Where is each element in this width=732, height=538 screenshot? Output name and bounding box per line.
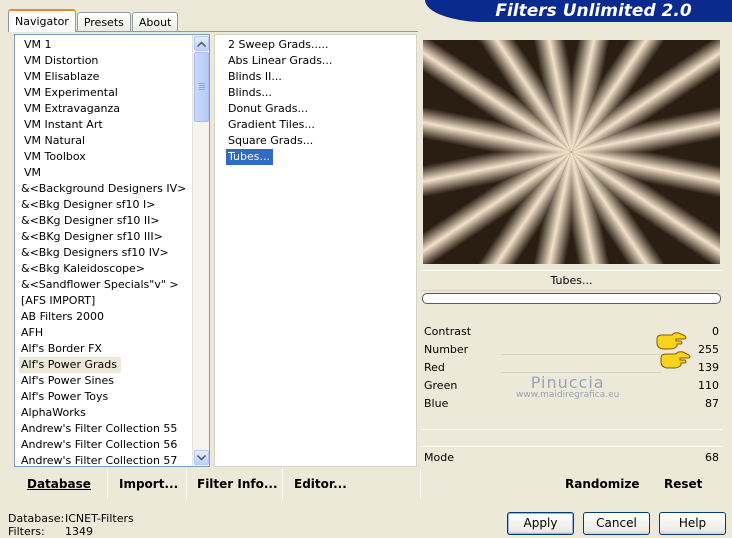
category-item[interactable]: AB Filters 2000 <box>19 309 191 325</box>
category-item[interactable]: Andrew's Filter Collection 57 <box>19 453 191 469</box>
category-item[interactable]: &<Background Designers IV> <box>19 181 191 197</box>
pointing-hand-icon <box>656 332 687 350</box>
param-label: Contrast <box>424 325 472 338</box>
scroll-down-button[interactable] <box>194 450 209 465</box>
filter-item[interactable]: 2 Sweep Grads..... <box>226 37 332 53</box>
filter-item[interactable]: Blinds... <box>226 85 332 101</box>
filter-item[interactable]: Blinds II... <box>226 69 332 85</box>
randomize-button[interactable]: Randomize <box>565 476 639 492</box>
watermark: Pinuccia www.maidiregrafica.eu <box>516 373 619 400</box>
separator <box>107 469 108 499</box>
tab-navigator[interactable]: Navigator <box>8 9 76 32</box>
separator <box>186 469 187 499</box>
param-label: Blue <box>424 397 449 410</box>
category-items: VM 1 VM Distortion VM Elisablaze VM Experim… <box>19 37 191 469</box>
param-label: Mode <box>424 451 454 464</box>
chevron-down-icon <box>197 454 206 461</box>
scroll-up-button[interactable] <box>194 36 209 51</box>
slider-track <box>501 354 662 355</box>
status-label: Filters: <box>8 525 45 538</box>
param-value: 68 <box>705 451 719 464</box>
category-item[interactable]: Andrew's Filter Collection 55 <box>19 421 191 437</box>
status-value: ICNET-Filters <box>65 512 134 525</box>
separator <box>420 469 421 499</box>
filter-preview <box>423 40 720 264</box>
param-label: Green <box>424 379 458 392</box>
database-status: Database: ICNET-Filters <box>8 512 134 525</box>
filter-list[interactable]: 2 Sweep Grads..... Abs Linear Grads... Bli… <box>214 34 417 467</box>
tab-bar: Navigator Presets About <box>8 9 179 32</box>
param-label: Red <box>424 361 445 374</box>
filter-item[interactable]: Donut Grads... <box>226 101 332 117</box>
status-label: Database: <box>8 512 65 525</box>
filter-item[interactable]: Abs Linear Grads... <box>226 53 332 69</box>
help-button[interactable]: Help <box>659 512 726 535</box>
filter-item[interactable]: Gradient Tiles... <box>226 117 332 133</box>
category-item[interactable]: AFH <box>19 325 191 341</box>
database-button[interactable]: Database <box>27 476 91 492</box>
category-item[interactable]: &<Sandflower Specials"v" > <box>19 277 191 293</box>
category-item[interactable]: &<BKg Designer sf10 III> <box>19 229 191 245</box>
title-banner: Filters Unlimited 2.0 <box>425 0 732 22</box>
category-item[interactable]: VM Elisablaze <box>19 69 191 85</box>
pointing-hand-icon <box>660 351 691 369</box>
param-value: 110 <box>698 379 719 392</box>
app-title: Filters Unlimited 2.0 <box>495 1 692 21</box>
param-empty-row <box>421 431 722 447</box>
filter-item-selected[interactable]: Tubes... <box>226 149 273 165</box>
cancel-button[interactable]: Cancel <box>583 512 650 535</box>
filters-count-status: Filters: 1349 <box>8 525 93 538</box>
status-value: 1349 <box>65 525 93 538</box>
chevron-up-icon <box>197 40 206 47</box>
param-label: Number <box>424 343 469 356</box>
category-item[interactable]: AlphaWorks <box>19 405 191 421</box>
param-value: 255 <box>698 343 719 356</box>
param-value: 0 <box>712 325 719 338</box>
category-item-selected[interactable]: Alf's Power Grads <box>19 357 121 373</box>
editor-button[interactable]: Editor... <box>294 476 347 492</box>
category-item[interactable]: VM Instant Art <box>19 117 191 133</box>
category-item[interactable]: VM Distortion <box>19 53 191 69</box>
category-item[interactable]: VM Experimental <box>19 85 191 101</box>
separator <box>282 469 283 499</box>
filter-info-button[interactable]: Filter Info... <box>197 476 278 492</box>
category-item[interactable]: Andrew's Filter Collection 56 <box>19 437 191 453</box>
tab-about[interactable]: About <box>131 12 179 32</box>
preview-image <box>423 40 720 264</box>
progress-bar <box>422 293 721 304</box>
filter-name-label: Tubes... <box>421 270 722 291</box>
category-item[interactable]: VM 1 <box>19 37 191 53</box>
reset-button[interactable]: Reset <box>664 476 702 492</box>
category-scrollbar[interactable] <box>192 35 209 466</box>
category-item[interactable]: VM Extravaganza <box>19 101 191 117</box>
apply-button[interactable]: Apply <box>507 512 574 535</box>
import-button[interactable]: Import... <box>119 476 178 492</box>
tab-presets[interactable]: Presets <box>76 12 131 32</box>
filter-item[interactable]: Square Grads... <box>226 133 332 149</box>
category-item[interactable]: Alf's Power Toys <box>19 389 191 405</box>
category-list[interactable]: VM 1 VM Distortion VM Elisablaze VM Experim… <box>14 34 210 467</box>
category-item[interactable]: Alf's Power Sines <box>19 373 191 389</box>
category-item[interactable]: &<Bkg Designers sf10 IV> <box>19 245 191 261</box>
param-mode[interactable]: Mode 68 <box>421 449 722 467</box>
category-item[interactable]: &<BKg Designer sf10 II> <box>19 213 191 229</box>
category-item[interactable]: VM <box>19 165 191 181</box>
param-empty-row <box>421 414 722 430</box>
scroll-thumb[interactable] <box>194 52 209 122</box>
param-value: 139 <box>698 361 719 374</box>
category-item[interactable]: VM Natural <box>19 133 191 149</box>
watermark-url: www.maidiregrafica.eu <box>516 390 620 400</box>
category-item[interactable]: Alf's Border FX <box>19 341 191 357</box>
category-item[interactable]: &<Bkg Designer sf10 I> <box>19 197 191 213</box>
param-value: 87 <box>705 397 719 410</box>
filter-items: 2 Sweep Grads..... Abs Linear Grads... Bli… <box>226 37 332 165</box>
category-item[interactable]: &<Bkg Kaleidoscope> <box>19 261 191 277</box>
category-item[interactable]: VM Toolbox <box>19 149 191 165</box>
category-item[interactable]: [AFS IMPORT] <box>19 293 191 309</box>
